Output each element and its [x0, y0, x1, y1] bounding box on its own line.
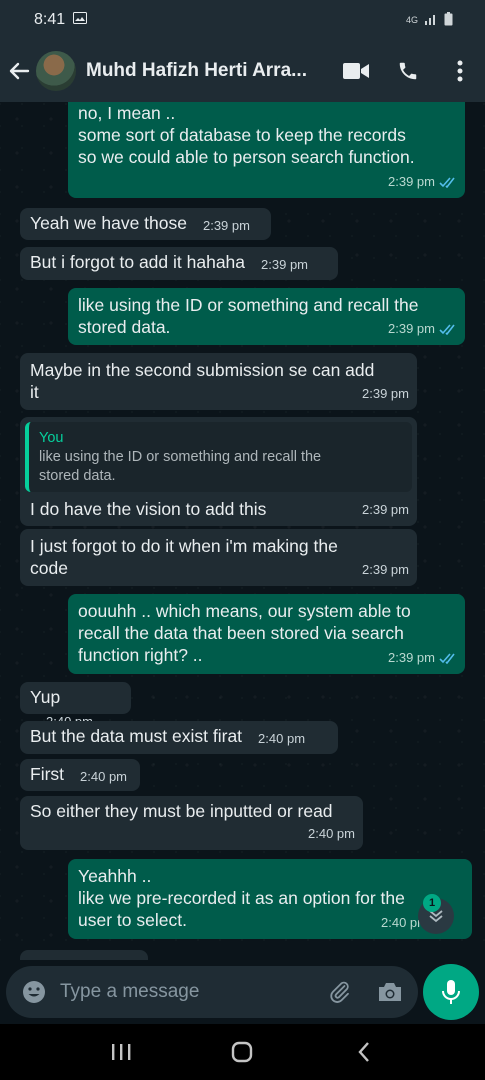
home-icon — [232, 1041, 253, 1063]
status-time-group: 8:41 — [34, 11, 88, 29]
chat-header: Muhd Hafizh Herti Arra... — [0, 40, 485, 102]
double-check-icon — [439, 323, 455, 335]
message-text: But i forgot to add it hahaha — [30, 252, 246, 272]
contact-avatar[interactable] — [36, 51, 76, 91]
message-incoming[interactable]: Yup2:40 pm — [20, 682, 131, 729]
message-incoming[interactable]: Yeah we have those 2:39 pm — [20, 208, 271, 240]
message-meta: 2:39 pm — [388, 647, 457, 669]
message-incoming-reply[interactable]: You like using the ID or something and r… — [20, 417, 417, 526]
message-field — [6, 966, 418, 1018]
recent-apps-button[interactable] — [101, 1032, 141, 1072]
attach-icon — [330, 981, 349, 1003]
chevron-left-icon — [358, 1042, 370, 1062]
message-time: 2:39 pm — [202, 218, 250, 233]
voice-message-button[interactable] — [423, 964, 479, 1020]
video-call-button[interactable] — [343, 58, 369, 84]
message-text: So either they must be inputted or read — [30, 801, 333, 821]
message-time: 2:40 pm — [308, 826, 355, 841]
chat-messages[interactable]: no, I mean .. some sort of database to k… — [0, 102, 485, 960]
message-text: no, I mean .. some sort of database to k… — [78, 103, 415, 167]
phone-icon — [399, 62, 417, 80]
voice-call-button[interactable] — [395, 58, 421, 84]
message-time: 2:40 pm — [80, 769, 128, 784]
message-time: 2:39 pm — [388, 321, 435, 336]
message-outgoing[interactable]: like using the ID or something and recal… — [68, 288, 465, 345]
quote-text: like using the ID or something and recal… — [39, 449, 322, 484]
message-text: First — [30, 764, 65, 784]
message-time: 2:39 pm — [388, 174, 435, 189]
home-button[interactable] — [222, 1032, 262, 1072]
menu-dots-icon — [457, 60, 463, 82]
back-arrow-icon — [9, 62, 30, 80]
signal-icon — [424, 13, 438, 27]
message-meta: 2:39 pm — [388, 171, 457, 193]
message-time: 2:39 pm — [261, 257, 309, 272]
message-outgoing[interactable]: Yeahhh .. like we pre-recorded it as an … — [68, 859, 472, 939]
status-time: 8:41 — [34, 11, 66, 28]
double-check-icon — [439, 176, 455, 188]
recent-apps-icon — [111, 1044, 131, 1060]
message-input[interactable] — [60, 981, 326, 1003]
video-call-icon — [343, 63, 369, 79]
emoji-button[interactable] — [20, 978, 48, 1006]
message-text: Maybe in the second submission se can ad… — [30, 360, 375, 402]
gallery-notification-icon — [73, 11, 88, 29]
network-type: 4G — [405, 15, 418, 25]
menu-button[interactable] — [447, 58, 473, 84]
message-text: I do have the vision to add this — [30, 499, 267, 519]
status-bar: 8:41 4G — [0, 0, 485, 40]
unread-badge: 1 — [423, 894, 441, 912]
quote-author: You — [39, 430, 64, 446]
mic-icon — [442, 980, 460, 1004]
message-text: Yup — [30, 687, 61, 707]
message-incoming[interactable]: But the data must exist firat 2:40 pm — [20, 721, 338, 754]
message-incoming[interactable]: But i forgot to add it hahaha 2:39 pm — [20, 247, 338, 280]
back-button[interactable] — [2, 40, 36, 102]
message-incoming[interactable]: First 2:40 pm — [20, 759, 140, 791]
system-icons: 4G — [406, 12, 453, 28]
message-time: 2:40 pm — [258, 731, 306, 746]
message-text: Yeah we have those — [30, 213, 187, 233]
double-check-icon — [439, 652, 455, 664]
attach-button[interactable] — [326, 978, 354, 1006]
message-meta: 2:39 pm — [388, 318, 457, 340]
camera-button[interactable] — [376, 978, 404, 1006]
camera-icon — [379, 983, 401, 1001]
message-incoming-partial[interactable] — [20, 950, 148, 960]
message-time: 2:39 pm — [388, 650, 435, 665]
message-time: 2:39 pm — [362, 386, 409, 401]
battery-icon — [444, 12, 453, 28]
system-nav-bar — [0, 1024, 485, 1080]
message-outgoing[interactable]: oouuhh .. which means, our system able t… — [68, 594, 465, 674]
message-text: I just forgot to do it when i'm making t… — [30, 536, 338, 578]
message-incoming[interactable]: Maybe in the second submission se can ad… — [20, 353, 417, 410]
contact-name[interactable]: Muhd Hafizh Herti Arra... — [86, 60, 326, 82]
composer — [0, 960, 485, 1024]
message-time: 2:39 pm — [362, 502, 409, 517]
message-outgoing[interactable]: no, I mean .. some sort of database to k… — [68, 102, 465, 198]
header-actions — [343, 58, 473, 84]
system-back-button[interactable] — [344, 1032, 384, 1072]
message-incoming[interactable]: So either they must be inputted or read … — [20, 796, 363, 850]
message-incoming[interactable]: I just forgot to do it when i'm making t… — [20, 529, 417, 586]
quoted-message[interactable]: You like using the ID or something and r… — [25, 422, 412, 492]
message-time: 2:39 pm — [362, 562, 409, 577]
message-text: But the data must exist firat — [30, 726, 243, 746]
emoji-icon — [23, 981, 45, 1003]
